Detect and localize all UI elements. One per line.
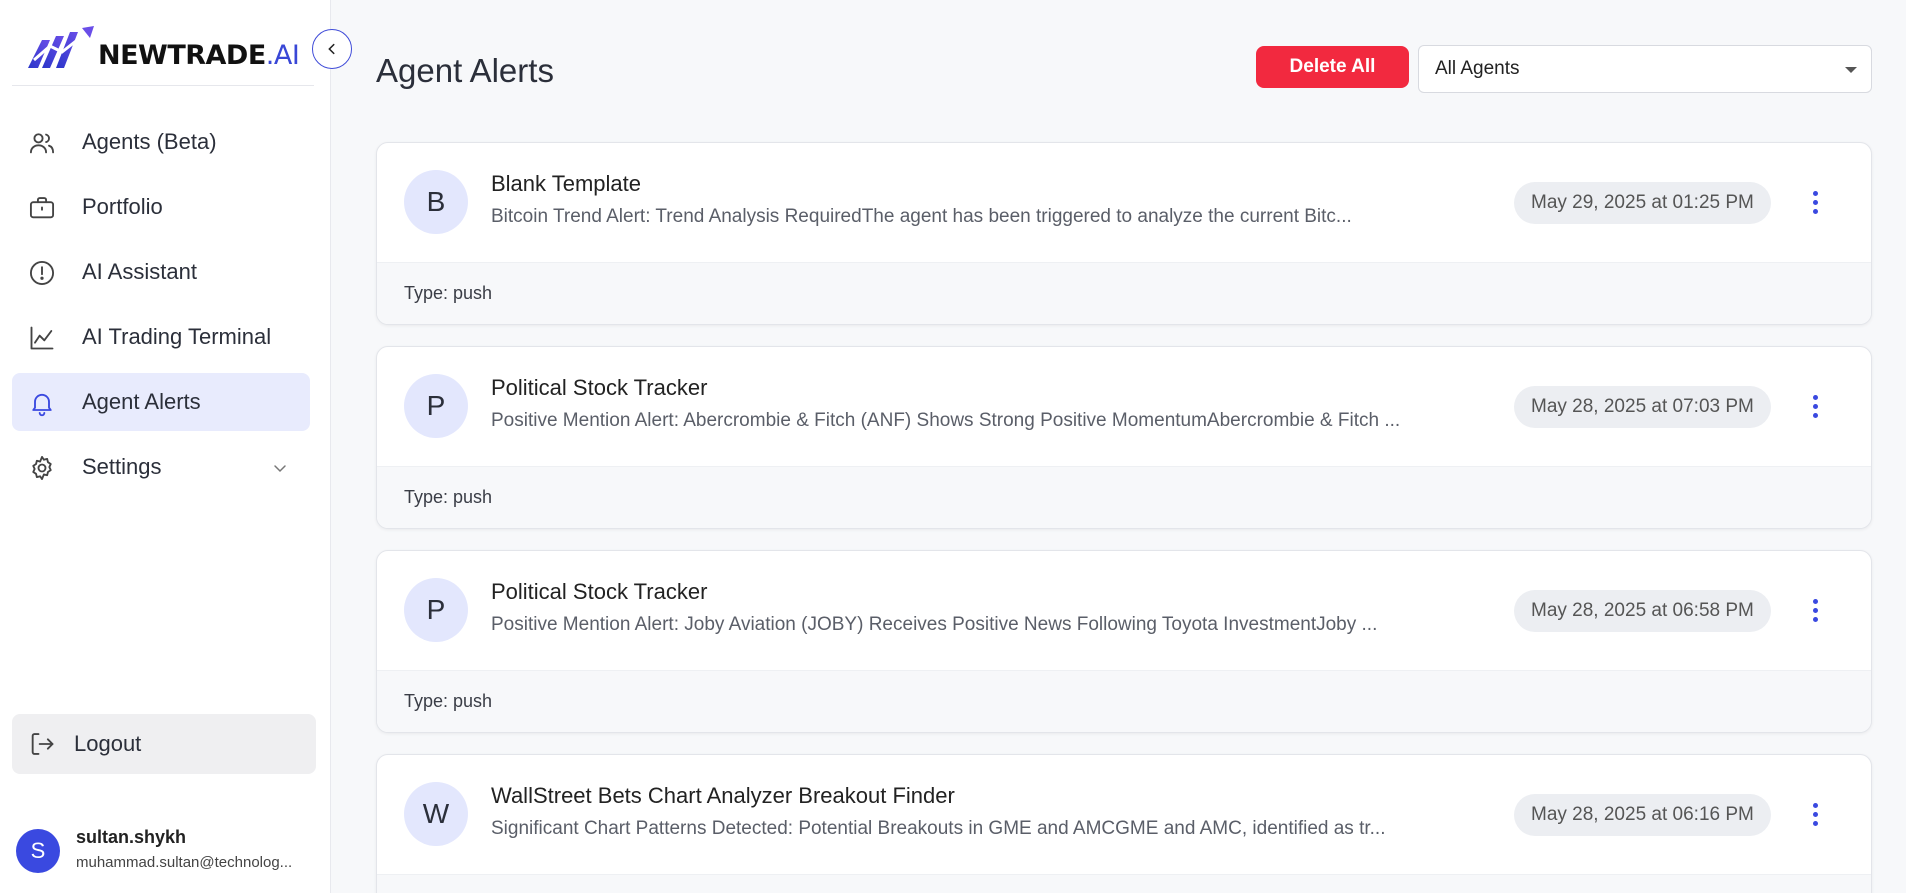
more-options-icon[interactable]	[1803, 186, 1827, 218]
alert-card[interactable]: P Political Stock Tracker Positive Menti…	[376, 550, 1872, 733]
bell-icon	[32, 393, 52, 417]
alert-card[interactable]: B Blank Template Bitcoin Trend Alert: Tr…	[376, 142, 1872, 325]
user-email: muhammad.sultan@technolog...	[76, 854, 293, 871]
alert-type: Type: push	[377, 262, 1871, 324]
logout-icon	[31, 733, 54, 755]
sidebar-item-portfolio[interactable]: Portfolio	[12, 178, 310, 236]
alert-message: Positive Mention Alert: Abercrombie & Fi…	[491, 410, 1401, 431]
agent-avatar: P	[404, 374, 468, 438]
logo[interactable]: NEWTRADE.AI	[12, 0, 314, 86]
user-profile[interactable]: S sultan.shykh muhammad.sultan@technolog…	[16, 827, 316, 877]
alert-date-badge: May 28, 2025 at 06:16 PM	[1514, 794, 1771, 836]
avatar: S	[16, 829, 60, 873]
alert-date-badge: May 28, 2025 at 07:03 PM	[1514, 386, 1771, 428]
agent-filter-value: All Agents	[1435, 58, 1520, 79]
sidebar-item-ai-assistant[interactable]: AI Assistant	[12, 243, 310, 301]
gear-icon	[32, 455, 52, 481]
alert-message: Positive Mention Alert: Joby Aviation (J…	[491, 614, 1378, 635]
username: sultan.shykh	[76, 827, 187, 847]
chevron-down-icon[interactable]	[272, 460, 288, 476]
sidebar-item-label: Agent Alerts	[82, 389, 201, 414]
alert-message: Bitcoin Trend Alert: Trend Analysis Requ…	[491, 206, 1352, 227]
delete-all-button[interactable]: Delete All	[1256, 46, 1409, 88]
page-title: Agent Alerts	[376, 52, 554, 89]
users-icon	[29, 133, 55, 154]
alert-type: Type: push	[377, 466, 1871, 528]
alert-message: Significant Chart Patterns Detected: Pot…	[491, 818, 1386, 839]
sidebar-item-agent-alerts[interactable]: Agent Alerts	[12, 373, 310, 431]
more-options-icon[interactable]	[1803, 390, 1827, 422]
line-chart-icon	[30, 326, 54, 350]
logo-text: NEWTRADE.AI	[98, 40, 300, 71]
alert-card[interactable]: P Political Stock Tracker Positive Menti…	[376, 346, 1872, 529]
logout-label: Logout	[74, 731, 142, 756]
agent-avatar: P	[404, 578, 468, 642]
caret-down-icon	[1845, 67, 1857, 73]
alert-date-badge: May 28, 2025 at 06:58 PM	[1514, 590, 1771, 632]
sidebar-item-agents[interactable]: Agents (Beta)	[12, 113, 310, 171]
sidebar-item-label: AI Trading Terminal	[82, 324, 272, 349]
alert-agent-name: Blank Template	[491, 171, 642, 196]
sidebar-item-label: Settings	[82, 454, 162, 479]
sidebar-nav: Agents (Beta) Portfolio AI Assistant AI …	[12, 113, 310, 503]
alert-agent-name: WallStreet Bets Chart Analyzer Breakout …	[491, 783, 955, 808]
alert-type	[377, 874, 1871, 893]
alert-type: Type: push	[377, 670, 1871, 732]
agent-avatar: B	[404, 170, 468, 234]
alert-circle-icon	[29, 260, 55, 286]
chevron-left-icon	[328, 43, 335, 55]
more-options-icon[interactable]	[1803, 798, 1827, 830]
more-options-icon[interactable]	[1803, 594, 1827, 626]
alert-agent-name: Political Stock Tracker	[491, 375, 708, 400]
alert-card[interactable]: W WallStreet Bets Chart Analyzer Breakou…	[376, 754, 1872, 893]
sidebar-item-label: AI Assistant	[82, 259, 197, 284]
sidebar-item-label: Agents (Beta)	[82, 129, 217, 154]
logout-button[interactable]: Logout	[12, 714, 316, 774]
sidebar-item-label: Portfolio	[82, 194, 163, 219]
alert-agent-name: Political Stock Tracker	[491, 579, 708, 604]
agent-filter-select[interactable]: All Agents	[1418, 45, 1872, 93]
briefcase-icon	[29, 197, 55, 219]
sidebar: NEWTRADE.AI Agents (Beta) Portfolio AI A…	[0, 0, 331, 893]
sidebar-item-ai-trading-terminal[interactable]: AI Trading Terminal	[12, 308, 310, 366]
agent-avatar: W	[404, 782, 468, 846]
logo-mark-icon	[28, 26, 94, 68]
alert-date-badge: May 29, 2025 at 01:25 PM	[1514, 182, 1771, 224]
collapse-sidebar-button[interactable]	[312, 29, 352, 69]
sidebar-item-settings[interactable]: Settings	[12, 438, 310, 496]
